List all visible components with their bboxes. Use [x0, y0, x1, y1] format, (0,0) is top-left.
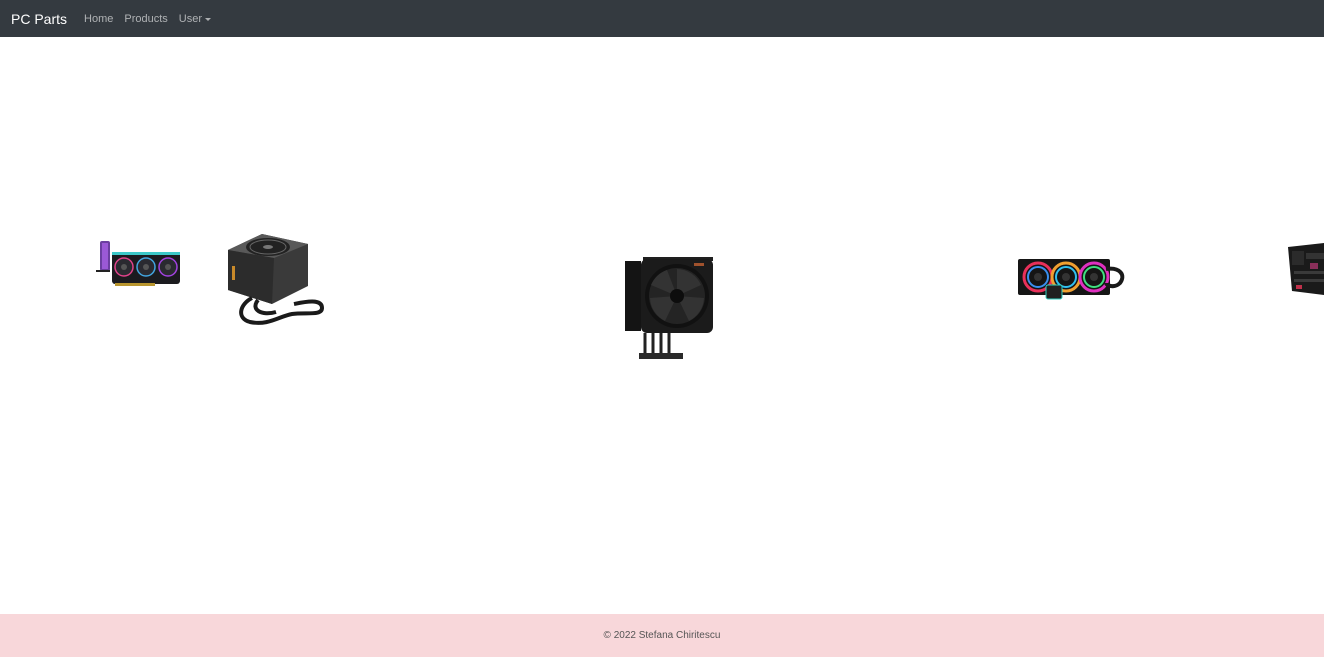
user-dropdown-label: User	[178, 12, 203, 25]
chevron-down-icon	[205, 17, 212, 21]
liquid-cooler-icon[interactable]	[1016, 255, 1128, 305]
graphics-card-icon[interactable]	[95, 238, 183, 290]
motherboard-icon[interactable]	[1284, 241, 1324, 297]
footer-copyright: © 2022 Stefana Chiritescu	[603, 630, 721, 641]
brand-link[interactable]: PC Parts	[11, 11, 67, 27]
nav-user-dropdown[interactable]: User	[178, 12, 212, 25]
cpu-cooler-icon[interactable]	[615, 253, 721, 363]
top-navbar: PC Parts Home Products User	[0, 0, 1324, 37]
nav-products[interactable]: Products	[124, 13, 167, 25]
power-supply-icon[interactable]	[222, 232, 326, 328]
product-gallery	[0, 37, 1324, 614]
nav-home[interactable]: Home	[84, 13, 113, 25]
footer: © 2022 Stefana Chiritescu	[0, 614, 1324, 657]
